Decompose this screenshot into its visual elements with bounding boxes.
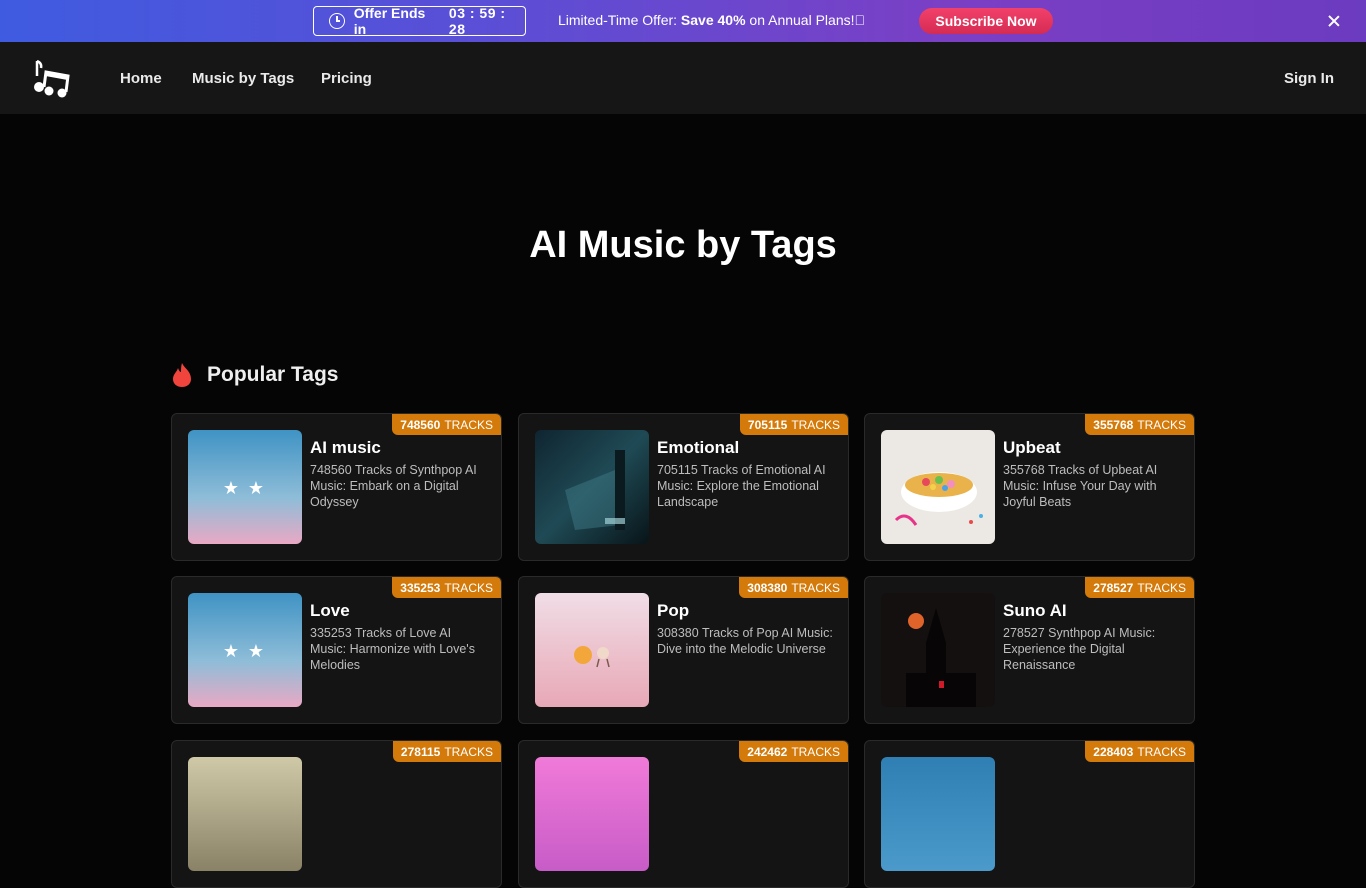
tag-description: 278527 Synthpop AI Music: Experience the… — [1003, 626, 1156, 672]
tag-thumbnail — [188, 757, 302, 871]
tag-thumbnail — [535, 757, 649, 871]
tag-card[interactable]: 242462 TRACKS — [518, 740, 849, 888]
track-count-badge: 355768 TRACKS — [1085, 414, 1194, 435]
track-count-badge: 748560 TRACKS — [392, 414, 501, 435]
track-count-badge: 278527 TRACKS — [1085, 577, 1194, 598]
tag-description: 355768 Tracks of Upbeat AI Music: Infuse… — [1003, 463, 1158, 509]
tag-card-suno-ai[interactable]: 278527 TRACKS Suno AI 278527 Synthpop AI … — [864, 576, 1195, 724]
tag-description: 335253 Tracks of Love AI Music: Harmoniz… — [310, 626, 475, 672]
tag-card-ai-music[interactable]: 748560 TRACKS ★ ★ AI music 748560 Tracks o… — [171, 413, 502, 561]
nav-music-by-tags[interactable]: Music by Tags — [192, 70, 294, 87]
svg-text:★: ★ — [248, 478, 264, 499]
tag-thumbnail — [881, 593, 995, 707]
tag-thumbnail — [535, 593, 649, 707]
badge-unit: TRACKS — [1137, 580, 1186, 595]
badge-count: 748560 — [400, 417, 441, 432]
track-count-badge: 308380 TRACKS — [739, 577, 848, 598]
nav-home[interactable]: Home — [120, 70, 162, 87]
tag-description: 705115 Tracks of Emotional AI Music: Exp… — [657, 463, 826, 509]
nav-pricing[interactable]: Pricing — [321, 70, 372, 87]
page-title: AI Music by Tags — [529, 224, 837, 266]
badge-unit: TRACKS — [1137, 744, 1186, 759]
badge-unit: TRACKS — [1137, 417, 1186, 432]
tag-card-pop[interactable]: 308380 TRACKS Pop 308380 Tracks of Pop AI… — [518, 576, 849, 724]
tag-card-upbeat[interactable]: 355768 TRACKS Upbeat 355768 Tracks of Upb… — [864, 413, 1195, 561]
tag-thumbnail — [535, 430, 649, 544]
track-count-badge: 335253 TRACKS — [392, 577, 501, 598]
badge-unit: TRACKS — [791, 417, 840, 432]
tag-thumbnail — [881, 757, 995, 871]
subscribe-button[interactable]: Subscribe Now — [919, 8, 1053, 34]
svg-text:★: ★ — [248, 641, 264, 662]
offer-timer: Offer Ends in 03 : 59 : 28 — [313, 5, 526, 37]
track-count-badge: 242462 TRACKS — [739, 741, 848, 762]
sign-in-link[interactable]: Sign In — [1284, 70, 1334, 87]
popular-tags-heading: Popular Tags — [171, 362, 338, 388]
tag-thumbnail: ★ ★ — [188, 430, 302, 544]
countdown: 03 : 59 : 28 — [448, 5, 506, 37]
badge-count: 278115 — [400, 744, 441, 759]
badge-count: 228403 — [1093, 744, 1134, 759]
track-count-badge: 228403 TRACKS — [1085, 741, 1194, 762]
tag-card-emotional[interactable]: 705115 TRACKS Emotional 705115 Tracks of … — [518, 413, 849, 561]
tag-title: Emotional — [657, 438, 740, 457]
timer-label: Offer Ends in — [353, 5, 426, 37]
tag-title: Pop — [657, 601, 690, 620]
offer-prefix: Limited-Time Offer: — [558, 12, 681, 28]
tag-title: Upbeat — [1003, 438, 1061, 457]
badge-unit: TRACKS — [444, 580, 493, 595]
badge-count: 355768 — [1093, 417, 1134, 432]
tag-title: Suno AI — [1003, 601, 1067, 620]
badge-count: 705115 — [747, 417, 788, 432]
flame-icon — [173, 363, 191, 387]
svg-text:★: ★ — [223, 641, 239, 662]
badge-count: 335253 — [400, 580, 441, 595]
badge-unit: TRACKS — [791, 580, 840, 595]
clock-icon — [329, 13, 345, 29]
svg-text:★: ★ — [223, 478, 239, 499]
offer-suffix: on Annual Plans! — [745, 12, 866, 28]
badge-unit: TRACKS — [444, 744, 493, 759]
badge-count: 278527 — [1093, 580, 1134, 595]
promo-banner: Offer Ends in 03 : 59 : 28 Limited-Time … — [0, 0, 1366, 42]
tag-title: Love — [310, 601, 350, 620]
section-title: Popular Tags — [207, 363, 339, 386]
tag-description: 748560 Tracks of Synthpop AI Music: Emba… — [310, 463, 477, 509]
tag-thumbnail: ★ ★ — [188, 593, 302, 707]
track-count-badge: 278115 TRACKS — [392, 741, 501, 762]
badge-unit: TRACKS — [791, 744, 840, 759]
tag-card-love[interactable]: 335253 TRACKS ★ ★ Love 335253 Tracks of Lo… — [171, 576, 502, 724]
top-nav: Home Music by Tags Pricing Sign In — [0, 42, 1366, 114]
tag-card[interactable]: 228403 TRACKS — [864, 740, 1195, 888]
badge-count: 242462 — [747, 744, 788, 759]
tag-title: AI music — [310, 438, 381, 457]
logo-music-note-icon[interactable] — [32, 58, 72, 98]
offer-text: Limited-Time Offer: Save 40% on Annual P… — [558, 12, 865, 28]
tag-thumbnail — [881, 430, 995, 544]
badge-count: 308380 — [747, 580, 788, 595]
track-count-badge: 705115 TRACKS — [739, 414, 848, 435]
tag-card[interactable]: 278115 TRACKS — [171, 740, 502, 888]
close-icon[interactable] — [1326, 13, 1342, 29]
offer-bold: Save 40% — [680, 12, 746, 28]
badge-unit: TRACKS — [444, 417, 493, 432]
tag-description: 308380 Tracks of Pop AI Music: Dive into… — [657, 626, 833, 656]
